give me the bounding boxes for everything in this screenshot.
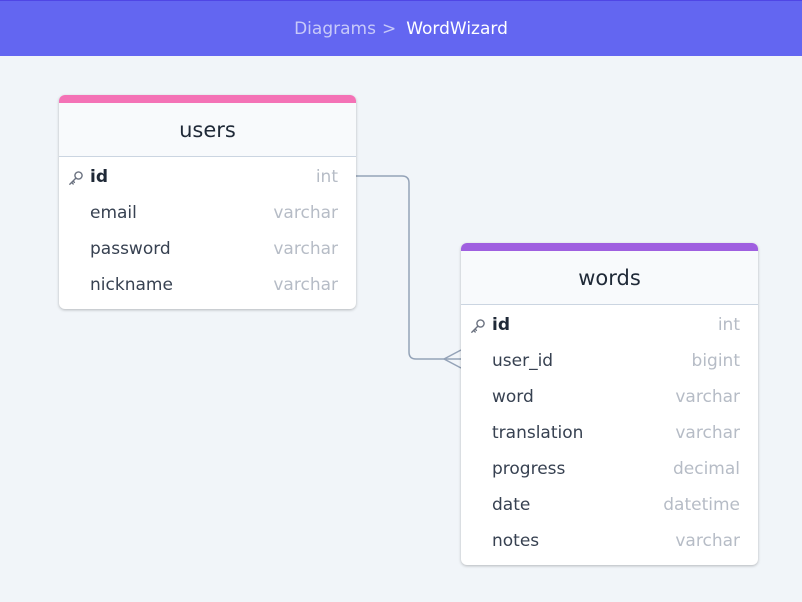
words-table[interactable]: words id int user_id bigint word varchar trans… <box>461 243 758 565</box>
field-name: date <box>492 495 531 515</box>
field-type: decimal <box>672 459 740 479</box>
field-name: user_id <box>492 351 554 371</box>
field-type: bigint <box>691 351 740 371</box>
words-field-list: id int user_id bigint word varchar translation… <box>461 305 758 565</box>
users-field-row-email[interactable]: email varchar <box>59 195 356 231</box>
field-type: varchar <box>675 423 740 443</box>
words-field-row-translation[interactable]: translation varchar <box>461 415 758 451</box>
relationship-line <box>356 175 461 360</box>
field-name: progress <box>492 459 566 479</box>
field-type: varchar <box>675 387 740 407</box>
primary-key-icon <box>471 319 485 333</box>
field-type: int <box>717 315 740 335</box>
words-field-row-date[interactable]: date datetime <box>461 487 758 523</box>
words-field-row-user_id[interactable]: user_id bigint <box>461 343 758 379</box>
field-type: varchar <box>273 203 338 223</box>
words-field-row-progress[interactable]: progress decimal <box>461 451 758 487</box>
field-name: id <box>90 167 108 187</box>
words-field-row-id[interactable]: id int <box>461 307 758 343</box>
field-name: email <box>90 203 137 223</box>
users-field-row-nickname[interactable]: nickname varchar <box>59 267 356 303</box>
field-name: notes <box>492 531 540 551</box>
field-name: id <box>492 315 510 335</box>
words-table-accent-bar <box>461 243 758 251</box>
users-table[interactable]: users id int email varchar password varchar ni… <box>59 95 356 309</box>
users-table-title[interactable]: users <box>59 103 356 157</box>
field-name: word <box>492 387 534 407</box>
field-name: translation <box>492 423 584 443</box>
words-table-title[interactable]: words <box>461 251 758 305</box>
field-type: varchar <box>273 275 338 295</box>
field-type: int <box>315 167 338 187</box>
users-field-row-id[interactable]: id int <box>59 159 356 195</box>
primary-key-icon <box>69 171 83 185</box>
field-type: datetime <box>663 495 740 515</box>
users-field-row-password[interactable]: password varchar <box>59 231 356 267</box>
field-name: nickname <box>90 275 173 295</box>
words-field-row-word[interactable]: word varchar <box>461 379 758 415</box>
field-type: varchar <box>675 531 740 551</box>
users-table-accent-bar <box>59 95 356 103</box>
field-type: varchar <box>273 239 338 259</box>
users-field-list: id int email varchar password varchar nickname… <box>59 157 356 309</box>
field-name: password <box>90 239 171 259</box>
words-field-row-notes[interactable]: notes varchar <box>461 523 758 559</box>
